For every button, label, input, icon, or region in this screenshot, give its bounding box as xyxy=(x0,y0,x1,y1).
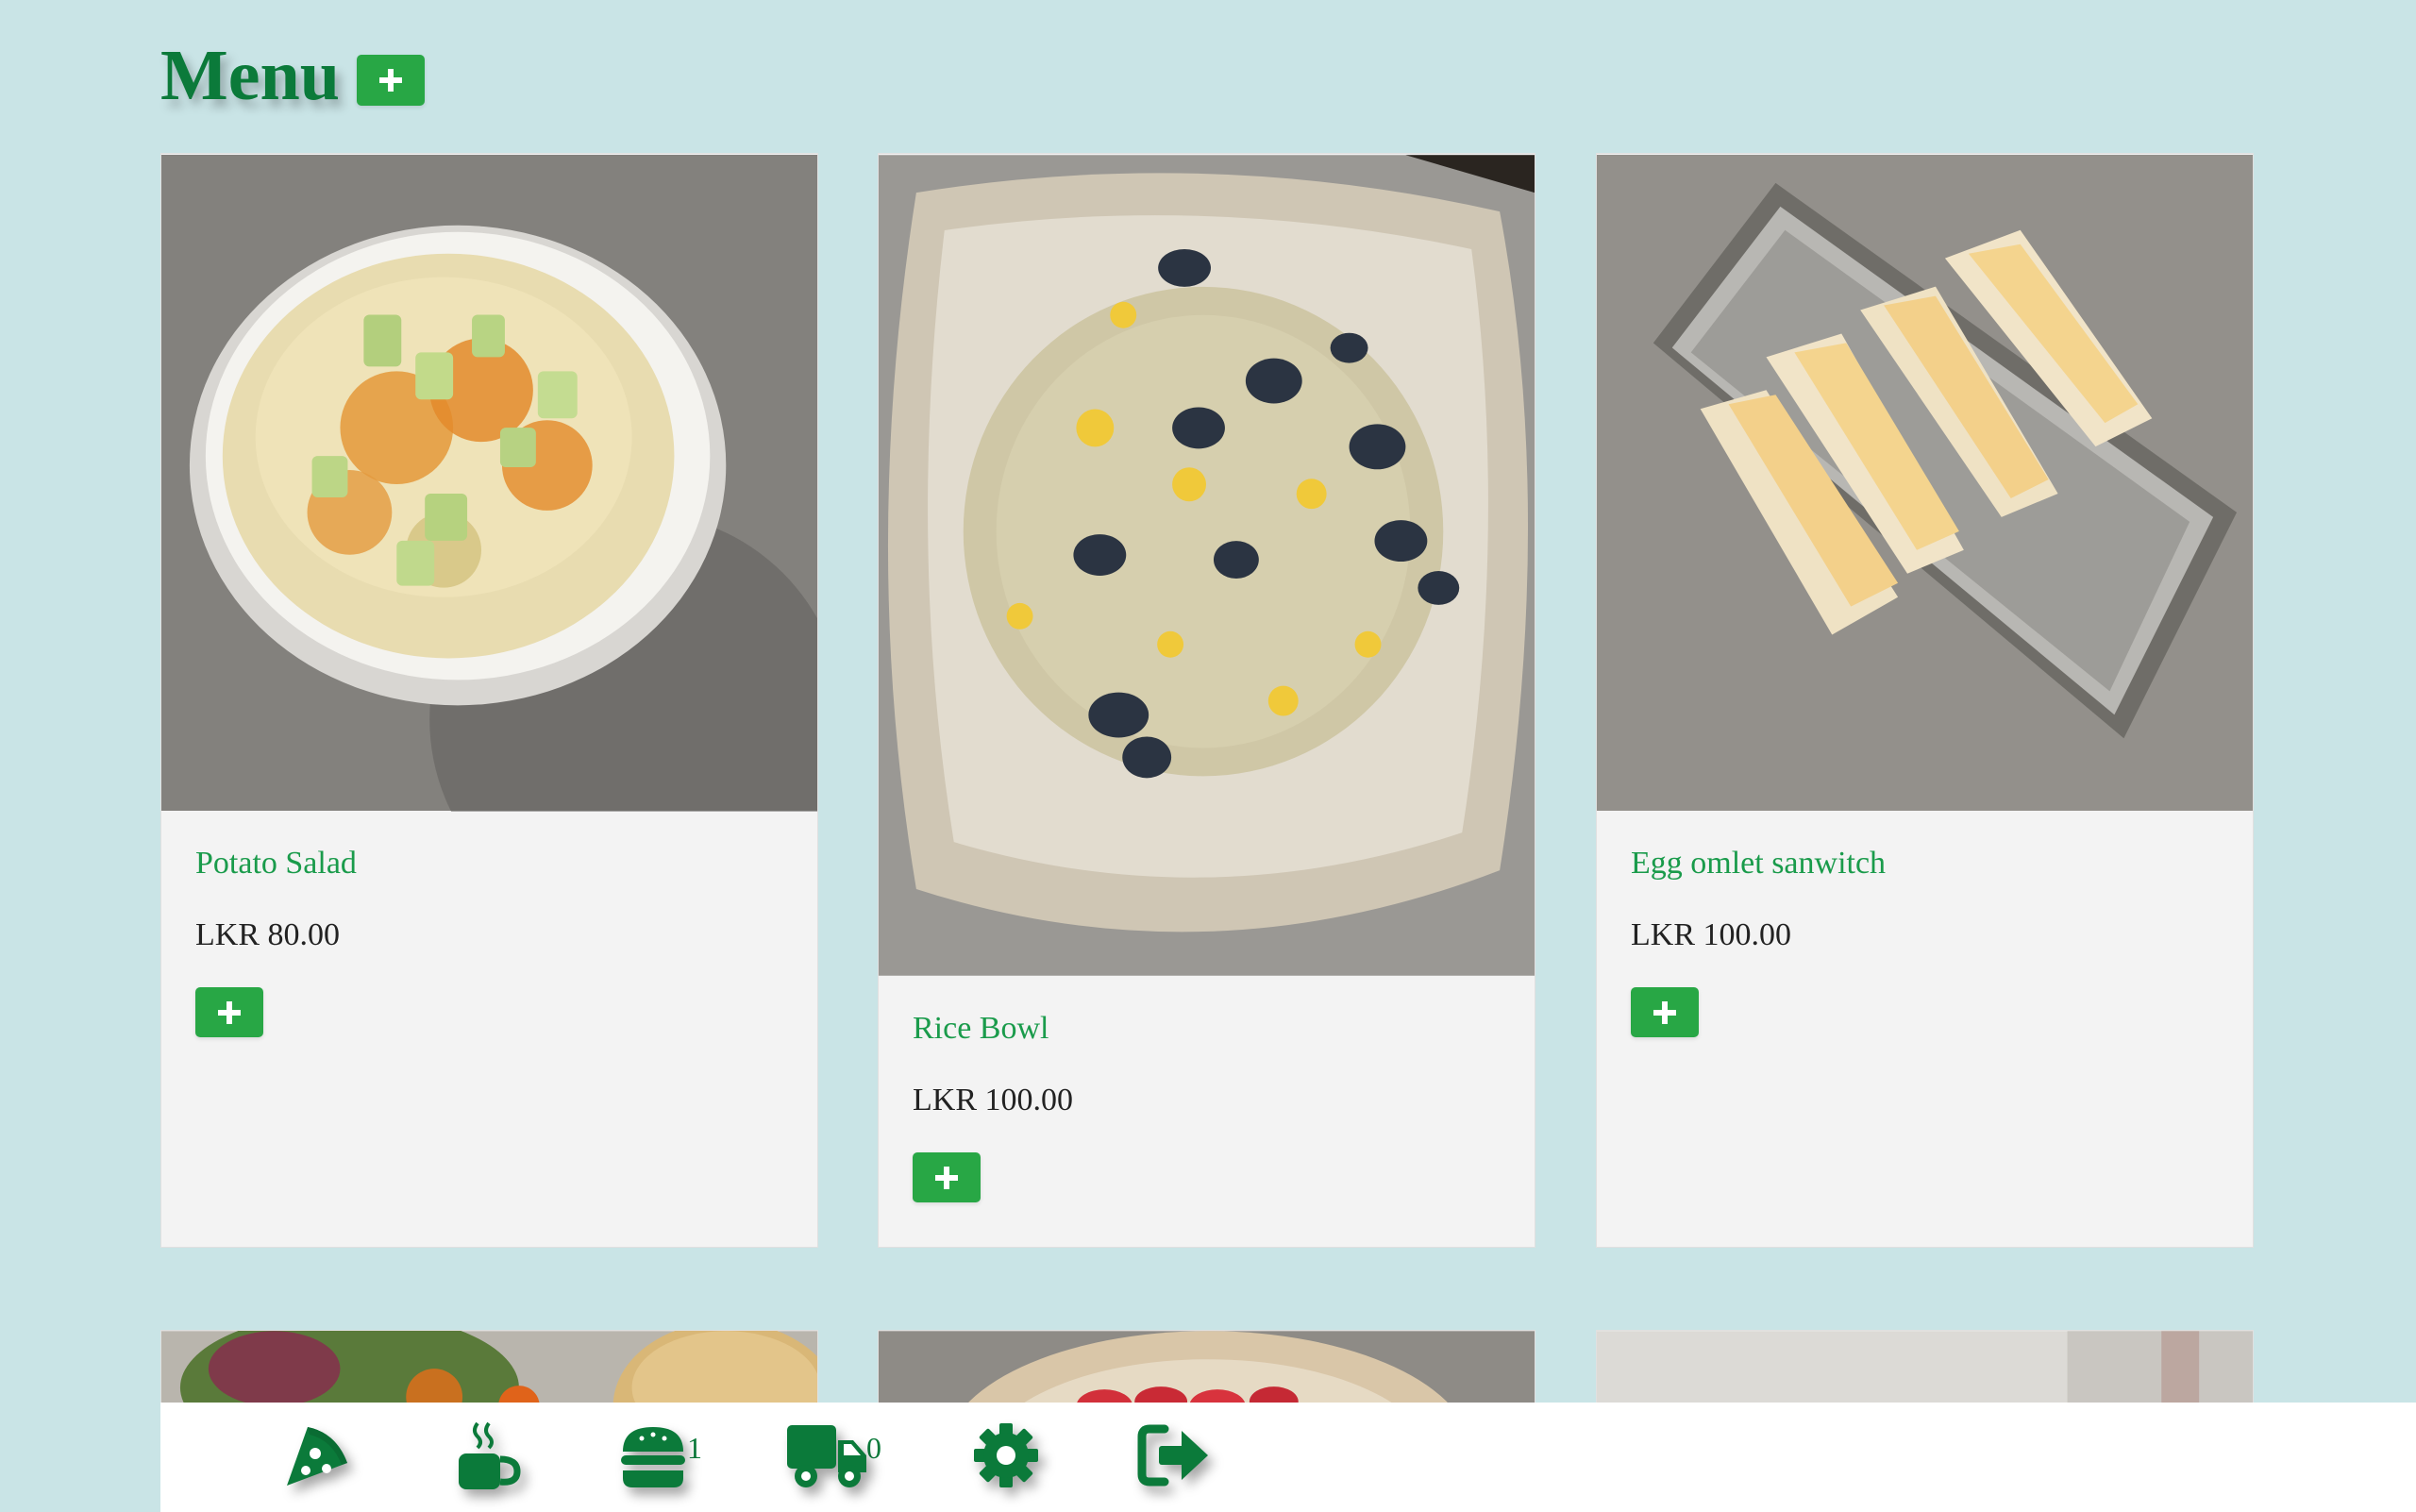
nav-logout[interactable] xyxy=(1136,1420,1212,1495)
menu-card: Rice Bowl LKR 100.00 xyxy=(878,153,1535,1248)
menu-item-price: LKR 100.00 xyxy=(913,1083,1073,1117)
food-photo-potato-salad xyxy=(161,155,817,812)
menu-card: Potato Salad LKR 80.00 xyxy=(160,153,818,1248)
page-title: Menu xyxy=(160,35,340,115)
gear-icon xyxy=(974,1423,1038,1487)
card-body: Egg omlet sanwitch LKR 100.00 xyxy=(1597,812,2253,1037)
menu-item-price: LKR 80.00 xyxy=(195,917,340,952)
card-body: Rice Bowl LKR 100.00 xyxy=(879,977,1535,1202)
nav-burger[interactable]: 1 xyxy=(617,1420,702,1495)
bottom-nav: 1 0 xyxy=(160,1403,2416,1512)
nav-delivery[interactable]: 0 xyxy=(785,1420,881,1495)
card-body: Potato Salad LKR 80.00 xyxy=(161,812,817,1037)
menu-item-name: Rice Bowl xyxy=(913,1011,1049,1046)
menu-item-name: Potato Salad xyxy=(195,846,357,881)
plus-icon xyxy=(1653,1000,1676,1024)
food-photo-rice-bowl xyxy=(879,155,1535,976)
sign-out-icon xyxy=(1137,1424,1208,1487)
delivery-count-badge: 0 xyxy=(866,1431,881,1466)
add-to-cart-button[interactable] xyxy=(195,987,263,1037)
menu-item-name: Egg omlet sanwitch xyxy=(1631,846,1887,881)
page-header: Menu xyxy=(160,28,425,123)
food-photo-egg-sandwich xyxy=(1597,155,2253,811)
plus-icon xyxy=(379,69,402,92)
burger-icon xyxy=(621,1427,685,1487)
pizza-icon xyxy=(287,1427,347,1486)
nav-pizza[interactable] xyxy=(281,1420,353,1495)
nav-coffee[interactable] xyxy=(449,1420,525,1495)
cart-count-badge: 1 xyxy=(687,1431,702,1466)
add-to-cart-button[interactable] xyxy=(913,1152,981,1202)
menu-page: Menu Potato Salad LKR 80.00 Rice Bowl LK… xyxy=(0,0,2416,1512)
add-menu-item-button[interactable] xyxy=(357,55,425,106)
menu-card: Egg omlet sanwitch LKR 100.00 xyxy=(1596,153,2254,1248)
menu-item-price: LKR 100.00 xyxy=(1631,917,1791,952)
truck-icon xyxy=(787,1425,866,1487)
plus-icon xyxy=(218,1000,241,1024)
coffee-icon xyxy=(459,1421,521,1489)
plus-icon xyxy=(935,1166,958,1189)
nav-settings[interactable] xyxy=(970,1420,1042,1495)
add-to-cart-button[interactable] xyxy=(1631,987,1699,1037)
